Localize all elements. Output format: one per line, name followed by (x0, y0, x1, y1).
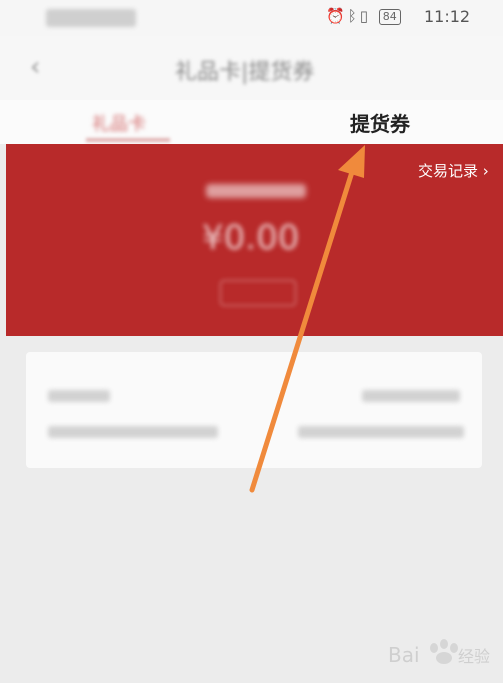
balance-amount: ¥0.00 (202, 218, 300, 258)
alarm-icon: ⏰ (326, 7, 348, 25)
tab-voucher[interactable]: 提货券 (350, 108, 410, 137)
card-text-line (48, 426, 218, 438)
header: ‹ 礼品卡|提货券 (0, 36, 503, 100)
paw-icon: Bai 经验 (388, 639, 490, 667)
page-title: 礼品卡|提货券 (175, 60, 315, 85)
card-text-line (298, 426, 464, 438)
status-icons: ⏰ᛒ▯ 84 (326, 7, 401, 25)
info-card[interactable] (26, 352, 482, 468)
clock: 11:12 (424, 7, 471, 26)
banner-button[interactable] (220, 280, 296, 306)
trade-records-link[interactable]: 交易记录 › (418, 160, 489, 181)
watermark-logo: Bai 经验 (384, 628, 494, 674)
tab-active-indicator (86, 138, 170, 142)
card-text-line (362, 390, 460, 402)
card-text-line (48, 390, 110, 402)
tab-gift-card[interactable]: 礼品卡 (92, 110, 146, 136)
watermark-text: Bai (388, 643, 420, 667)
vibrate-icon: ▯ (359, 7, 371, 25)
status-bar: ⏰ᛒ▯ 84 11:12 (0, 0, 503, 36)
signal-icon (46, 9, 136, 27)
bluetooth-icon: ᛒ (347, 7, 360, 25)
back-icon[interactable]: ‹ (30, 52, 40, 82)
balance-label (206, 184, 306, 198)
svg-text:经验: 经验 (458, 647, 490, 666)
tab-bar: 礼品卡 提货券 (0, 100, 503, 144)
battery-icon: 84 (378, 8, 401, 25)
balance-banner: ¥0.00 交易记录 › (6, 144, 503, 336)
